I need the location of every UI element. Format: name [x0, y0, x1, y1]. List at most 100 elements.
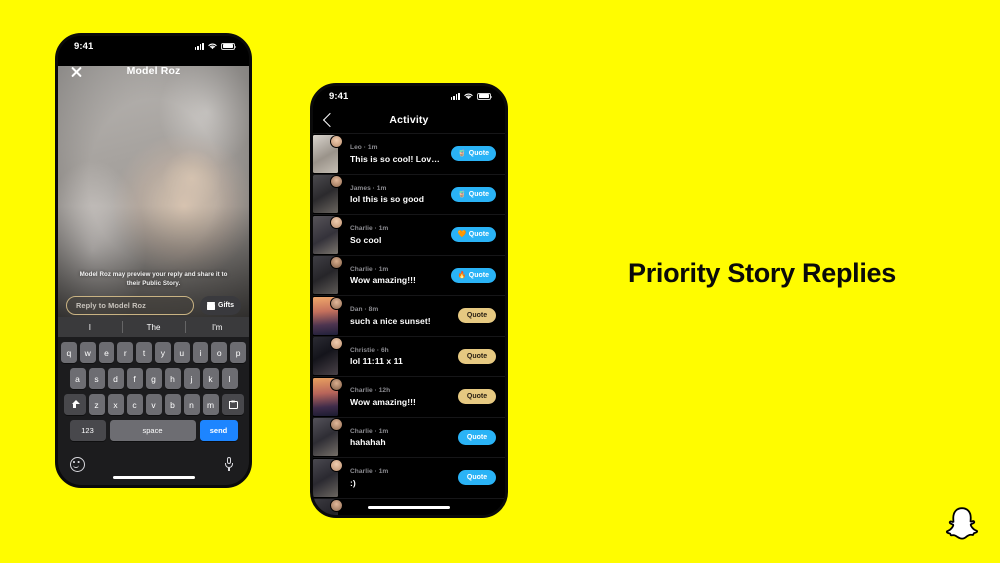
key-t[interactable]: t	[136, 342, 152, 363]
shift-key[interactable]	[63, 394, 86, 415]
activity-row[interactable]: Charlie · 1m:) Quote	[313, 457, 505, 498]
activity-row[interactable]: Christie · 6h lol 11:11 x 11 Quote	[313, 335, 505, 376]
key-l[interactable]: l	[221, 368, 238, 389]
quote-button[interactable]: 🧡 Quote	[450, 227, 496, 243]
shift-icon	[70, 400, 80, 409]
story-thumbnail[interactable]	[313, 134, 343, 173]
battery-icon	[477, 92, 493, 100]
quote-button-label: Quote	[466, 312, 488, 320]
key-d[interactable]: d	[107, 368, 124, 389]
activity-row-message: hahahah	[350, 437, 386, 447]
wifi-icon	[464, 93, 473, 100]
activity-row[interactable]: Charlie · 12h Wow amazing!!! Quote	[313, 376, 505, 417]
reply-input[interactable]: Reply to Model Roz	[66, 296, 195, 315]
activity-row[interactable]: James · 1m lol this is so good 🧋 Quote	[313, 173, 505, 214]
key-p[interactable]: p	[230, 342, 246, 363]
backspace-key[interactable]	[221, 394, 244, 415]
quote-button[interactable]: Quote	[458, 308, 496, 324]
space-key[interactable]: space	[109, 420, 196, 441]
gifts-button-label: Gifts	[218, 302, 234, 309]
story-thumbnail[interactable]	[313, 337, 343, 376]
story-thumbnail[interactable]	[313, 256, 343, 295]
key-s[interactable]: s	[88, 368, 105, 389]
activity-row[interactable]: Charlie · 1m So cool 🧡 Quote	[313, 214, 505, 255]
quote-button-label: Quote	[466, 352, 488, 360]
avatar	[330, 175, 343, 189]
story-thumbnail[interactable]	[313, 458, 343, 497]
key-u[interactable]: u	[173, 342, 190, 363]
activity-row-meta: Dan · 8m	[350, 306, 379, 313]
key-q[interactable]: q	[61, 342, 77, 363]
key-g[interactable]: g	[145, 368, 162, 389]
key-m[interactable]: m	[202, 394, 219, 415]
activity-row[interactable]: Dan · 8m such a nice sunset! Quote	[313, 295, 505, 336]
key-z[interactable]: z	[88, 394, 105, 415]
key-j[interactable]: j	[183, 368, 200, 389]
story-thumbnail[interactable]	[313, 215, 343, 254]
status-icons	[450, 92, 493, 100]
quote-button-label: Quote	[468, 150, 489, 158]
activity-row-message: So cool	[350, 234, 382, 245]
key-v[interactable]: v	[145, 394, 162, 415]
key-o[interactable]: o	[211, 342, 228, 363]
key-y[interactable]: y	[155, 342, 171, 363]
story-thumbnail[interactable]	[313, 418, 343, 457]
story-reply-phone: 9:41 Model Roz Model Roz may preview you…	[55, 33, 252, 488]
quote-button[interactable]: 🧋 Quote	[450, 186, 496, 202]
key-k[interactable]: k	[202, 368, 219, 389]
numeric-key[interactable]: 123	[69, 420, 106, 441]
on-screen-keyboard: q w e r t y u i o p a s d f g h j k l z …	[58, 337, 249, 452]
back-chevron-icon[interactable]	[322, 112, 338, 127]
predictive-suggestion-3[interactable]: I'm	[185, 317, 249, 337]
activity-row-text: Charlie · 1m:)	[350, 468, 458, 488]
close-icon[interactable]	[69, 64, 84, 79]
story-thumbnail[interactable]	[313, 175, 343, 214]
story-screen: 9:41 Model Roz Model Roz may preview you…	[58, 36, 249, 485]
key-e[interactable]: e	[98, 342, 115, 363]
quote-button[interactable]: 🔥 Quote	[450, 267, 496, 283]
send-key[interactable]: send	[199, 420, 238, 441]
activity-row[interactable]: Charlie · 1m hahahah Quote	[313, 416, 505, 457]
activity-list[interactable]: Leo · 1m This is so cool! Love it!!! 🧋 Quot…	[313, 133, 505, 515]
activity-row[interactable]: Charlie · 1m Wow amazing!!! 🔥 Quote	[313, 254, 505, 295]
avatar	[330, 215, 343, 229]
predictive-suggestion-2[interactable]: The	[121, 317, 186, 337]
key-x[interactable]: x	[107, 394, 124, 415]
key-c[interactable]: c	[126, 394, 143, 415]
quote-button-label: Quote	[466, 474, 488, 482]
avatar	[330, 377, 343, 391]
reply-row: Reply to Model Roz Gifts	[66, 296, 241, 315]
quote-button-label: Quote	[468, 190, 489, 198]
snapchat-ghost-logo	[945, 507, 979, 540]
reply-disclaimer: Model Roz may preview your reply and sha…	[79, 270, 228, 288]
quote-button[interactable]: Quote	[458, 470, 496, 486]
quote-button[interactable]: Quote	[458, 389, 496, 405]
key-f[interactable]: f	[126, 368, 143, 389]
activity-row[interactable]: Leo · 1m This is so cool! Love it!!! 🧋 Quot…	[313, 133, 505, 174]
key-n[interactable]: n	[183, 394, 200, 415]
story-thumbnail[interactable]	[313, 296, 343, 335]
quote-emoji-icon: 🔥	[457, 271, 467, 279]
keyboard-row-4: 123 space send	[61, 420, 246, 441]
quote-emoji-icon: 🧋	[457, 150, 467, 158]
key-a[interactable]: a	[69, 368, 86, 389]
activity-row-text: Charlie · 1m So cool	[350, 225, 451, 245]
story-thumbnail[interactable]	[313, 499, 343, 515]
key-b[interactable]: b	[164, 394, 181, 415]
key-w[interactable]: w	[79, 342, 96, 363]
status-icons	[194, 42, 237, 50]
activity-row-text: Charlie · 1m Wow amazing!!!	[350, 266, 451, 286]
gifts-button[interactable]: Gifts	[200, 296, 241, 315]
quote-button[interactable]: Quote	[458, 348, 496, 364]
key-r[interactable]: r	[117, 342, 134, 363]
story-thumbnail[interactable]	[313, 377, 343, 416]
avatar	[330, 134, 343, 148]
key-h[interactable]: h	[164, 368, 181, 389]
status-time: 9:41	[329, 90, 349, 102]
quote-button[interactable]: Quote	[458, 429, 496, 445]
key-i[interactable]: i	[192, 342, 209, 363]
quote-button[interactable]: 🧋 Quote	[450, 146, 496, 162]
microphone-icon[interactable]	[223, 457, 235, 471]
predictive-suggestion-1[interactable]: I	[58, 317, 122, 337]
emoji-icon[interactable]	[70, 457, 85, 472]
